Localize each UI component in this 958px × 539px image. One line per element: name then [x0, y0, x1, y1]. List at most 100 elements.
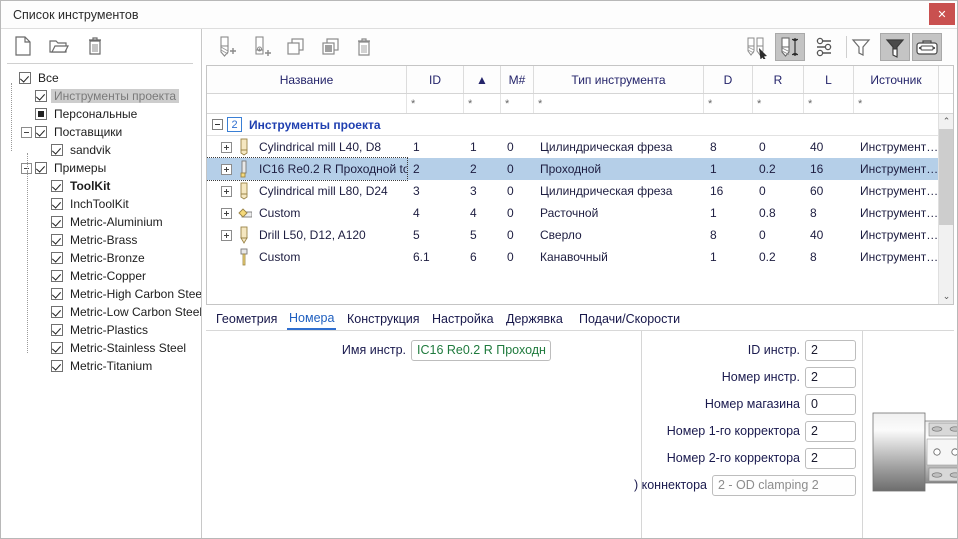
tree-item-checkbox[interactable]: [51, 252, 63, 264]
copy-icon[interactable]: [281, 33, 311, 61]
column-filter-input[interactable]: [207, 94, 407, 113]
tree-item[interactable]: Персональные: [1, 105, 201, 123]
filter-empty-icon[interactable]: [846, 33, 876, 61]
row-expander-icon[interactable]: [221, 207, 232, 219]
tree-item-checkbox[interactable]: [51, 342, 63, 354]
tree-item[interactable]: Metric-Bronze: [1, 249, 201, 267]
column-filter-input[interactable]: *: [753, 94, 804, 113]
column-filter-input[interactable]: *: [704, 94, 753, 113]
table-row[interactable]: Cylindrical mill L80, D24 3 3 0 Цилиндрическ…: [207, 180, 939, 202]
filter-applied-icon[interactable]: [880, 33, 910, 61]
cell-name: Custom: [207, 246, 407, 268]
row-expander-icon[interactable]: [221, 229, 232, 241]
table-column-header[interactable]: ▲: [464, 66, 501, 93]
add-mill-tool-icon[interactable]: [211, 33, 241, 61]
tab-3[interactable]: Настройка: [430, 308, 496, 330]
tree-item[interactable]: Metric-Copper: [1, 267, 201, 285]
tree-item[interactable]: Metric-Brass: [1, 231, 201, 249]
column-filter-input[interactable]: *: [534, 94, 704, 113]
table-row[interactable]: Cylindrical mill L40, D8 1 1 0 Цилиндрическа…: [207, 136, 939, 158]
tool-holder-3d-preview[interactable]: [862, 331, 957, 538]
table-column-header[interactable]: M#: [501, 66, 534, 93]
tree-item-checkbox[interactable]: [51, 234, 63, 246]
row-expander-icon[interactable]: [221, 185, 232, 197]
delete-icon[interactable]: [81, 33, 109, 59]
tree-item-checkbox[interactable]: [51, 360, 63, 372]
tab-0[interactable]: Геометрия: [214, 308, 279, 330]
tree-item-checkbox[interactable]: [35, 108, 47, 120]
scroll-up-arrow-icon[interactable]: ⌃: [939, 114, 953, 129]
row-expander-icon[interactable]: [221, 163, 232, 175]
table-group-row[interactable]: 2 Инструменты проекта: [207, 114, 939, 136]
tab-4[interactable]: Держявка: [504, 308, 565, 330]
tree-item[interactable]: InchToolKit: [1, 195, 201, 213]
tree-item[interactable]: Metric-Low Carbon Steel: [1, 303, 201, 321]
tree-item[interactable]: Все: [1, 69, 201, 87]
tree-item-checkbox[interactable]: [51, 198, 63, 210]
tree-item-checkbox[interactable]: [51, 216, 63, 228]
tree-item[interactable]: Поставщики: [1, 123, 201, 141]
table-column-header[interactable]: L: [804, 66, 854, 93]
tree-item[interactable]: ToolKit: [1, 177, 201, 195]
table-column-header[interactable]: Источник: [854, 66, 939, 93]
scroll-down-arrow-icon[interactable]: ⌄: [939, 289, 953, 304]
tree-item[interactable]: Инструменты проекта: [1, 87, 201, 105]
table-column-header[interactable]: Тип инструмента: [534, 66, 704, 93]
delete-icon[interactable]: [349, 33, 379, 61]
open-folder-icon[interactable]: [45, 33, 73, 59]
scroll-thumb[interactable]: [939, 129, 953, 225]
column-filter-input[interactable]: *: [464, 94, 501, 113]
tree-item-checkbox[interactable]: [51, 288, 63, 300]
tree-item-checkbox[interactable]: [35, 162, 47, 174]
tree-item-checkbox[interactable]: [35, 90, 47, 102]
table-row[interactable]: IC16 Re0.2 R Проходной tool 2 2 0 Проходной 1…: [207, 157, 939, 181]
column-filter-input[interactable]: *: [407, 94, 464, 113]
tree-item-checkbox[interactable]: [51, 144, 63, 156]
tree-item-checkbox[interactable]: [51, 180, 63, 192]
table-vertical-scrollbar[interactable]: ⌃ ⌄: [938, 114, 953, 304]
library-tree[interactable]: Все Инструменты проекта Персональные Постав…: [1, 67, 201, 537]
table-row[interactable]: Custom 6.1 6 0 Канавочный 1 0.2 8 Инструмент…: [207, 246, 939, 268]
column-filter-input[interactable]: *: [854, 94, 939, 113]
paste-icon[interactable]: [316, 33, 346, 61]
column-filter-input[interactable]: *: [804, 94, 854, 113]
tree-item[interactable]: Metric-Aluminium: [1, 213, 201, 231]
offset2-number-input[interactable]: 2: [805, 447, 856, 469]
toolbox-icon[interactable]: [912, 33, 942, 61]
tree-item-checkbox[interactable]: [19, 72, 31, 84]
new-file-icon[interactable]: [9, 33, 37, 59]
select-tool-icon[interactable]: [743, 33, 773, 61]
close-button[interactable]: ✕: [929, 3, 955, 25]
tab-5[interactable]: Подачи/Скорости: [577, 308, 682, 330]
tree-item[interactable]: Metric-Plastics: [1, 321, 201, 339]
connector-select[interactable]: 2 - OD clamping 2: [712, 474, 856, 496]
tree-item-checkbox[interactable]: [51, 306, 63, 318]
tree-item[interactable]: Примеры: [1, 159, 201, 177]
table-row[interactable]: Custom 4 4 0 Расточной 1 0.8 8 Инструмент…: [207, 202, 939, 224]
table-column-header[interactable]: Название: [207, 66, 407, 93]
column-filter-input[interactable]: *: [501, 94, 534, 113]
settings-sliders-icon[interactable]: [810, 33, 840, 61]
group-collapse-icon[interactable]: [212, 119, 223, 130]
measure-tool-icon[interactable]: [775, 33, 805, 61]
offset1-number-input[interactable]: 2: [805, 420, 856, 442]
magazine-number-input[interactable]: 0: [805, 393, 856, 415]
tree-item[interactable]: Metric-Titanium: [1, 357, 201, 375]
tree-item[interactable]: Metric-High Carbon Steel: [1, 285, 201, 303]
tree-item-checkbox[interactable]: [51, 324, 63, 336]
tree-item-checkbox[interactable]: [35, 126, 47, 138]
tool-number-input[interactable]: 2: [805, 366, 856, 388]
tree-expander-icon[interactable]: [21, 126, 32, 138]
add-turn-tool-icon[interactable]: [246, 33, 276, 61]
tree-item[interactable]: Metric-Stainless Steel: [1, 339, 201, 357]
table-row[interactable]: Drill L50, D12, A120 5 5 0 Сверло 8 0 40 Инструм…: [207, 224, 939, 246]
tree-item-checkbox[interactable]: [51, 270, 63, 282]
tree-item[interactable]: sandvik: [1, 141, 201, 159]
row-expander-icon[interactable]: [221, 141, 232, 153]
table-column-header[interactable]: ID: [407, 66, 464, 93]
tab-2[interactable]: Конструкция: [345, 308, 422, 330]
table-column-header[interactable]: R: [753, 66, 804, 93]
tool-id-input[interactable]: 2: [805, 339, 856, 361]
table-column-header[interactable]: D: [704, 66, 753, 93]
tab-1[interactable]: Номера: [287, 308, 337, 330]
